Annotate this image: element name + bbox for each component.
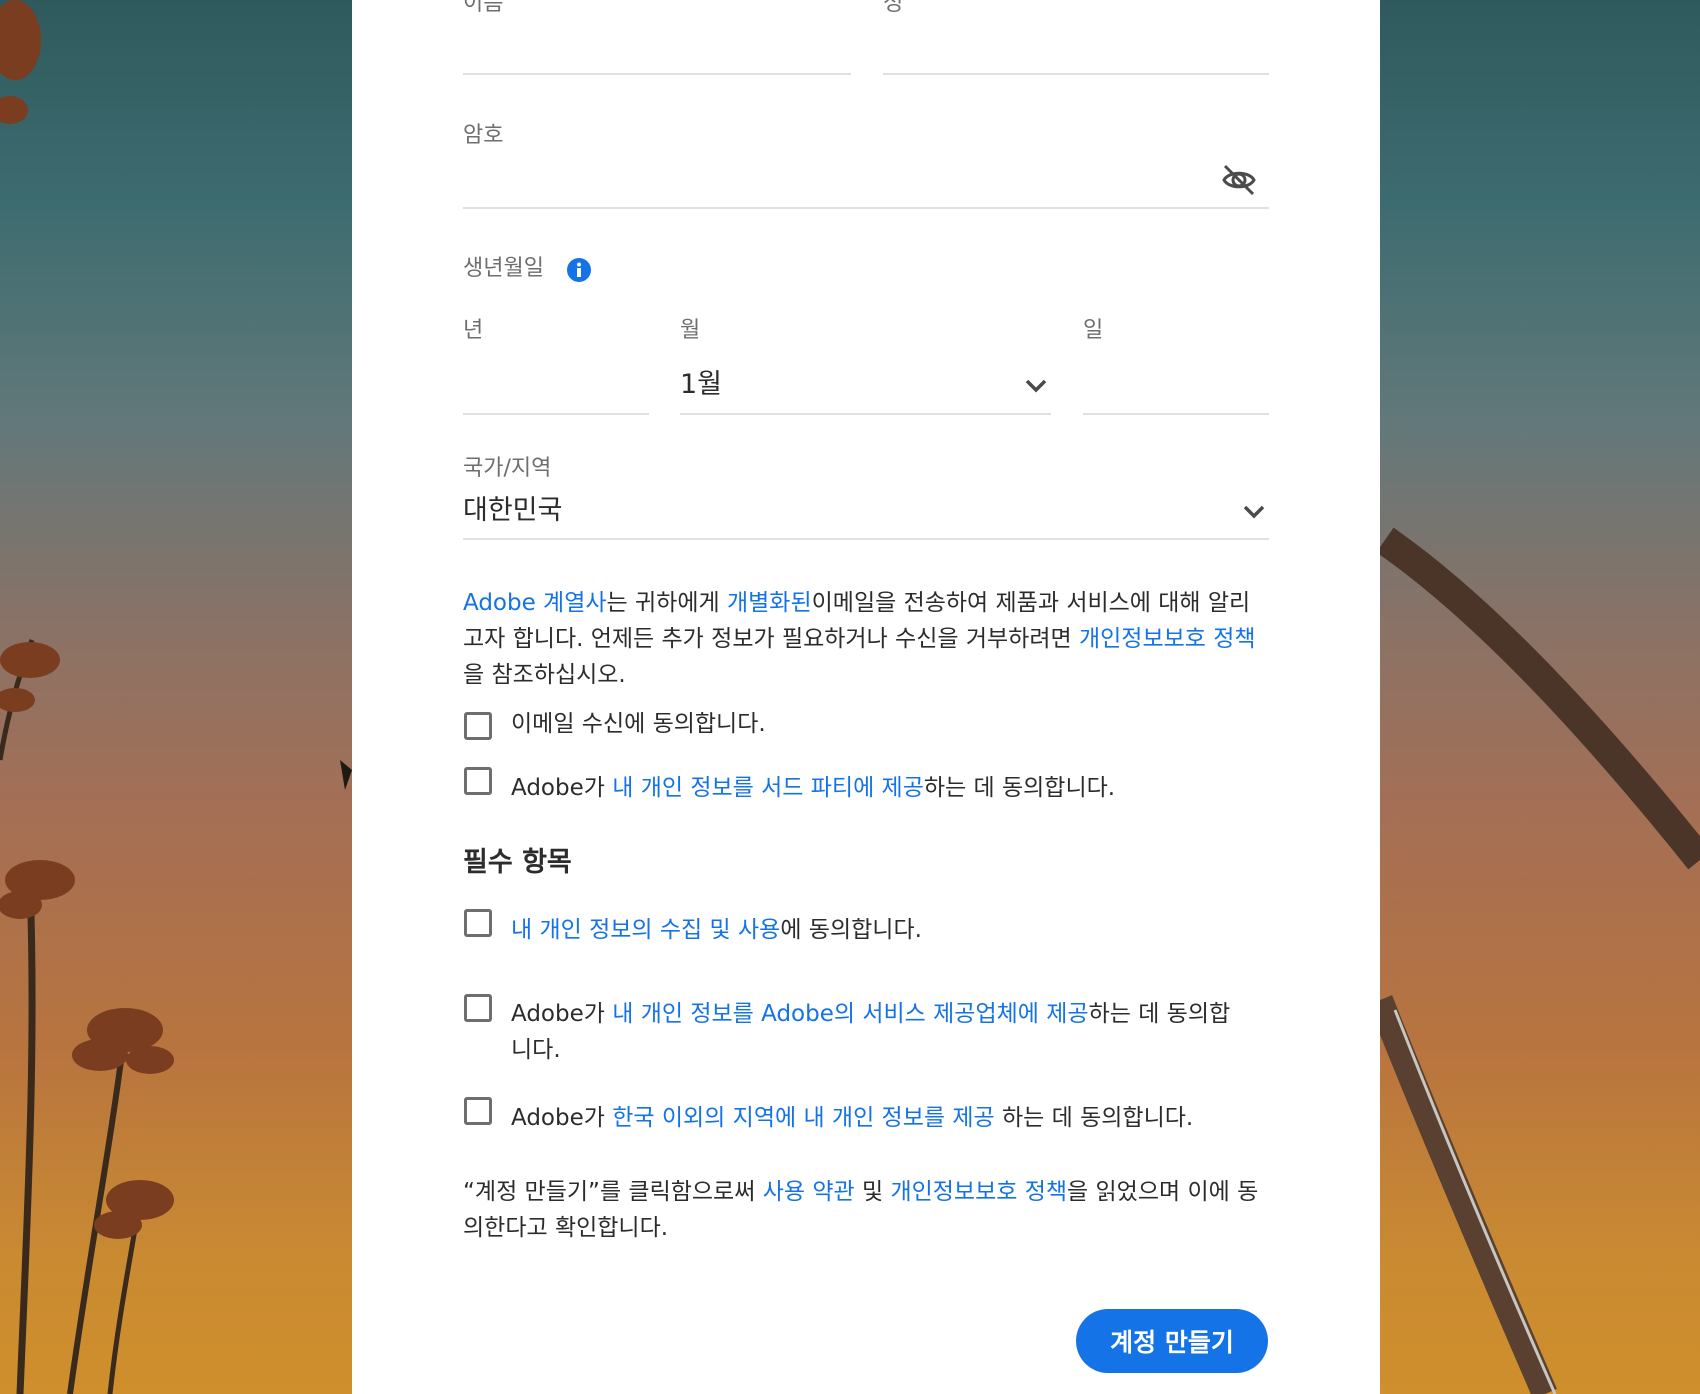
terms-mid: 및 [854, 1179, 891, 1205]
month-select[interactable] [680, 413, 1051, 415]
marketing-text-1: 는 귀하에게 [606, 590, 727, 616]
overseas-transfer-link[interactable]: 한국 이외의 지역에 내 개인 정보를 제공 [612, 1105, 994, 1131]
service-provider-consent-checkbox[interactable] [464, 994, 492, 1022]
overseas-post: 하는 데 동의합니다. [994, 1105, 1194, 1131]
create-account-button[interactable]: 계정 만들기 [1076, 1309, 1268, 1373]
affiliates-link[interactable]: Adobe 계열사 [463, 590, 607, 616]
overseas-pre: Adobe가 [511, 1105, 613, 1131]
first-name-input[interactable] [463, 73, 851, 75]
password-label: 암호 [463, 123, 504, 148]
third-party-post: 하는 데 동의합니다. [923, 775, 1116, 801]
last-name-input[interactable] [883, 73, 1269, 75]
collect-use-post: 에 동의합니다. [780, 917, 922, 943]
day-label: 일 [1083, 318, 1104, 343]
chevron-down-icon[interactable] [1242, 503, 1266, 521]
country-select-value[interactable]: 대한민국 [463, 494, 562, 528]
country-label: 국가/지역 [463, 456, 552, 481]
collect-use-consent-checkbox[interactable] [464, 909, 492, 937]
month-select-value[interactable]: 1월 [680, 368, 722, 402]
terms-paragraph: “계정 만들기”를 클릭함으로써 사용 약관 및 개인정보보호 정책을 읽었으며… [463, 1174, 1271, 1246]
year-label: 년 [463, 318, 484, 343]
birthdate-label: 생년월일 [463, 256, 544, 281]
required-section-title: 필수 항목 [463, 847, 572, 878]
terms-pre: “계정 만들기”를 클릭함으로써 [463, 1179, 763, 1205]
month-label: 월 [680, 318, 701, 343]
info-icon[interactable] [566, 257, 592, 283]
third-party-pre: Adobe가 [511, 775, 613, 801]
eye-slash-icon[interactable] [1221, 162, 1257, 198]
third-party-consent-checkbox[interactable] [464, 767, 492, 795]
third-party-link[interactable]: 내 개인 정보를 서드 파티에 제공 [612, 775, 924, 801]
overseas-transfer-consent-checkbox[interactable] [464, 1097, 492, 1125]
terms-of-use-link[interactable]: 사용 약관 [763, 1179, 855, 1205]
country-select[interactable] [463, 538, 1269, 540]
marketing-paragraph: Adobe 계열사는 귀하에게 개별화된이메일을 전송하여 제품과 서비스에 대… [463, 585, 1269, 693]
overseas-transfer-consent-label: Adobe가 한국 이외의 지역에 내 개인 정보를 제공 하는 데 동의합니다… [511, 1100, 1271, 1136]
year-input[interactable] [463, 413, 649, 415]
service-provider-pre: Adobe가 [511, 1001, 613, 1027]
collect-use-consent-label: 내 개인 정보의 수집 및 사용에 동의합니다. [511, 912, 1271, 948]
day-input[interactable] [1083, 413, 1269, 415]
email-consent-checkbox[interactable] [464, 712, 492, 740]
personalized-link[interactable]: 개별화된 [727, 590, 812, 616]
chevron-down-icon[interactable] [1024, 377, 1048, 395]
service-provider-link[interactable]: 내 개인 정보를 Adobe의 서비스 제공업체에 제공 [612, 1001, 1088, 1027]
last-name-label: 성 [883, 0, 904, 16]
privacy-policy-link[interactable]: 개인정보보호 정책 [1079, 626, 1256, 652]
marketing-text-3: 을 참조하십시오. [463, 662, 626, 688]
email-consent-label: 이메일 수신에 동의합니다. [511, 711, 766, 737]
collect-use-link[interactable]: 내 개인 정보의 수집 및 사용 [511, 917, 780, 943]
password-input[interactable] [463, 207, 1269, 209]
service-provider-consent-label: Adobe가 내 개인 정보를 Adobe의 서비스 제공업체에 제공하는 데 … [511, 996, 1231, 1068]
third-party-consent-label: Adobe가 내 개인 정보를 서드 파티에 제공하는 데 동의합니다. [511, 770, 1271, 806]
first-name-label: 이름 [463, 0, 504, 16]
terms-privacy-policy-link[interactable]: 개인정보보호 정책 [890, 1179, 1067, 1205]
